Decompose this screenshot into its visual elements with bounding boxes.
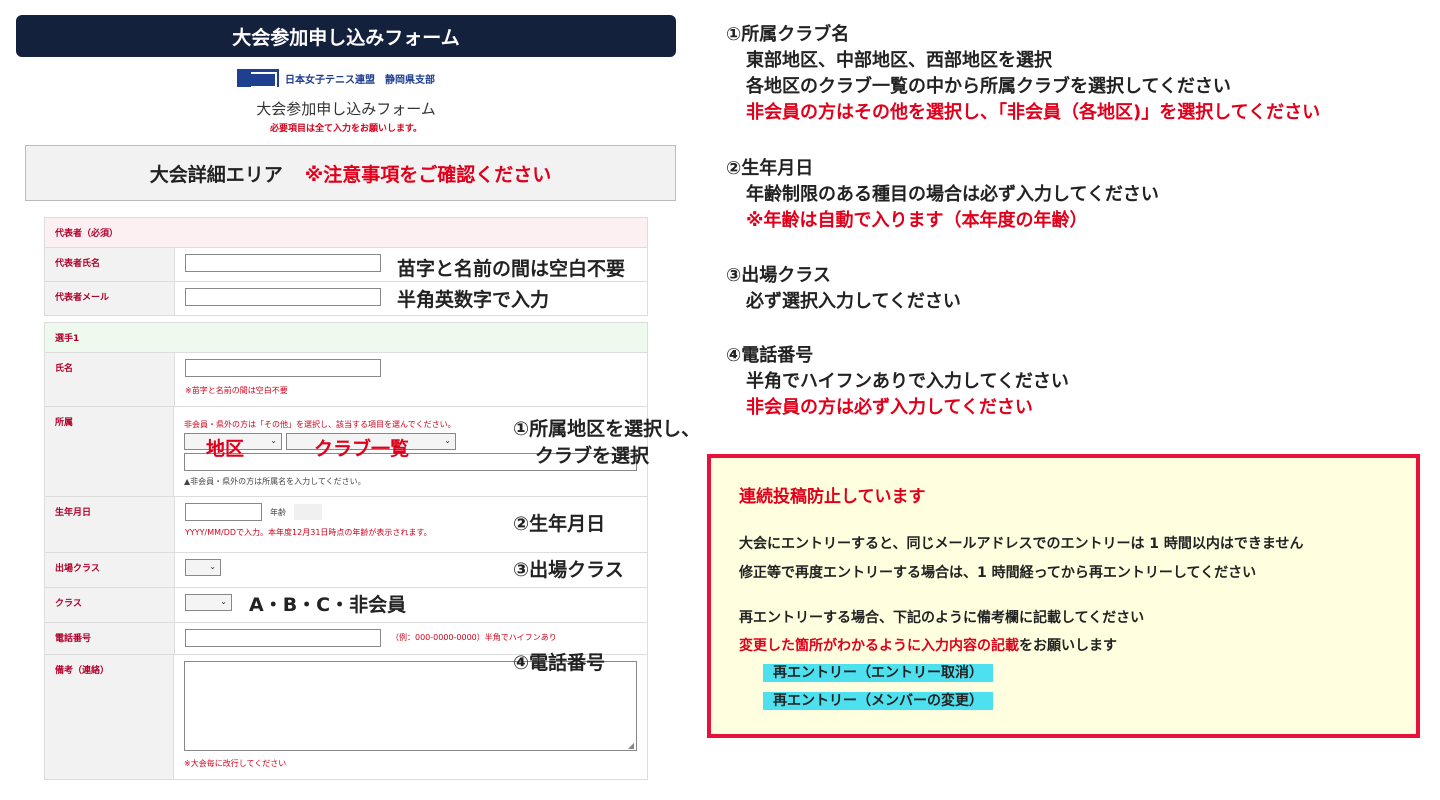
instruction-class-title: ③出場クラス (726, 265, 831, 286)
annotation-class-hint: A・B・C・非会員 (249, 594, 407, 616)
required-note: 必要項目は全て入力をお願いします。 (269, 124, 423, 134)
instruction-birth-line1: 年齢制限のある種目の場合は必ず入力してください (746, 184, 1159, 205)
p1-class-label: クラス (45, 588, 175, 622)
logo: 日本女子テニス連盟 静岡県支部 (237, 68, 435, 88)
chevron-down-icon: ⌄ (220, 597, 227, 606)
notice-line3: 再エントリーする場合、下記のように備考欄に記載してください (739, 610, 1145, 626)
notice-line4-red: 変更した箇所がわかるように入力内容の記載 (739, 638, 1019, 654)
instruction-club-title: ①所属クラブ名 (726, 24, 850, 45)
age-display (294, 504, 322, 520)
p1-affil-label: 所属 (45, 407, 174, 496)
annotation-entry-class-hint: ③出場クラス (513, 559, 624, 581)
notice-title: 連続投稿防止しています (739, 487, 926, 507)
instruction-club: ①所属クラブ名 東部地区、中部地区、西部地区を選択 各地区のクラブ一覧の中から所… (726, 22, 1320, 126)
instruction-birth-title: ②生年月日 (726, 158, 814, 179)
representative-header: 代表者（必須） (45, 218, 647, 247)
resize-handle-icon[interactable]: ◢ (628, 741, 634, 750)
details-area: 大会詳細エリア ※注意事項をご確認ください (25, 145, 676, 201)
instruction-phone-title: ④電話番号 (726, 345, 814, 366)
logo-mark-icon (237, 69, 279, 88)
instruction-phone: ④電話番号 半角でハイフンありで入力してください 非会員の方は必ず入力してくださ… (726, 343, 1069, 421)
instruction-phone-line1: 半角でハイフンありで入力してください (746, 371, 1069, 392)
notice-line2: 修正等で再度エントリーする場合は、1 時間経ってから再エントリーしてください (739, 565, 1257, 581)
details-warning: ※注意事項をご確認ください (304, 163, 552, 186)
notice-line1: 大会にエントリーすると、同じメールアドレスでのエントリーは 1 時間以内はできま… (739, 536, 1304, 552)
rep-email-input[interactable] (185, 288, 381, 306)
rep-name-input[interactable] (185, 254, 381, 272)
header-title: 大会参加申し込みフォーム (232, 26, 460, 49)
notice-line4-rest: をお願いします (1019, 638, 1117, 654)
chevron-down-icon: ⌄ (270, 436, 277, 445)
p1-name-label: 氏名 (45, 353, 175, 406)
birthdate-input[interactable] (185, 503, 262, 521)
player1-header: 選手1 (45, 323, 647, 352)
class-select[interactable]: ⌄ (185, 594, 232, 611)
age-label: 年齢 (270, 507, 286, 517)
p1-birth-label: 生年月日 (45, 497, 175, 552)
notice-line4: 変更した箇所がわかるように入力内容の記載をお願いします (739, 635, 1117, 655)
instruction-club-line3: 非会員の方はその他を選択し、「非会員（各地区)」を選択してください (746, 102, 1321, 123)
instruction-phone-line2: 非会員の方は必ず入力してください (746, 397, 1033, 418)
rep-email-label: 代表者メール (45, 282, 175, 315)
annotation-region: 地区 (206, 438, 245, 460)
phone-input[interactable] (185, 629, 381, 647)
annotation-club-list: クラブ一覧 (314, 438, 410, 460)
entry-class-select[interactable]: ⌄ (185, 559, 221, 576)
p1-affil-note2: ▲非会員・県外の方は所属名を入力してください。 (184, 477, 366, 486)
annotation-email-hint: 半角英数字で入力 (397, 289, 550, 311)
player1-section: 選手1 氏名 ※苗字と名前の間は空白不要 所属 非会員・県外の方は「その他」を選… (44, 322, 648, 780)
instruction-class-line1: 必ず選択入力してください (746, 291, 961, 312)
p1-name-note: ※苗字と名前の間は空白不要 (185, 386, 288, 395)
p1-remarks-note: ※大会毎に改行してください (184, 759, 287, 768)
rep-email-row: 代表者メール (45, 281, 647, 315)
form-title: 大会参加申し込みフォーム (256, 100, 436, 118)
chevron-down-icon: ⌄ (444, 436, 451, 445)
annotation-affil-hint-1: ①所属地区を選択し、 (513, 418, 701, 440)
instruction-birth-line2: ※年齢は自動で入ります（本年度の年齢） (746, 210, 1088, 231)
p1-phone-label: 電話番号 (45, 623, 175, 654)
p1-name-input[interactable] (185, 359, 381, 377)
annotation-name-hint: 苗字と名前の間は空白不要 (397, 258, 626, 280)
p1-remarks-label: 備考（連絡） (45, 655, 174, 779)
notice-example2: 再エントリー（メンバーの変更） (763, 692, 993, 710)
logo-text: 日本女子テニス連盟 静岡県支部 (285, 74, 435, 86)
p1-entry-class-label: 出場クラス (45, 553, 175, 587)
chevron-down-icon: ⌄ (209, 562, 216, 571)
instruction-club-line2: 各地区のクラブ一覧の中から所属クラブを選択してください (746, 76, 1231, 97)
page-header: 大会参加申し込みフォーム (16, 15, 676, 57)
instruction-class: ③出場クラス 必ず選択入力してください (726, 263, 961, 315)
instruction-club-line1: 東部地区、中部地区、西部地区を選択 (746, 50, 1052, 71)
p1-name-row: 氏名 ※苗字と名前の間は空白不要 (45, 352, 647, 406)
annotation-affil-hint-2: クラブを選択 (535, 445, 650, 467)
details-label: 大会詳細エリア (149, 163, 283, 186)
notice-example1: 再エントリー（エントリー取消） (763, 664, 993, 682)
p1-phone-note: （例：000-0000-0000）半角でハイフンあり (391, 633, 557, 642)
annotation-birth-hint: ②生年月日 (513, 513, 606, 535)
rep-name-label: 代表者氏名 (45, 248, 175, 281)
annotation-phone-hint: ④電話番号 (513, 652, 606, 674)
instruction-birth: ②生年月日 年齢制限のある種目の場合は必ず入力してください ※年齢は自動で入りま… (726, 156, 1159, 234)
